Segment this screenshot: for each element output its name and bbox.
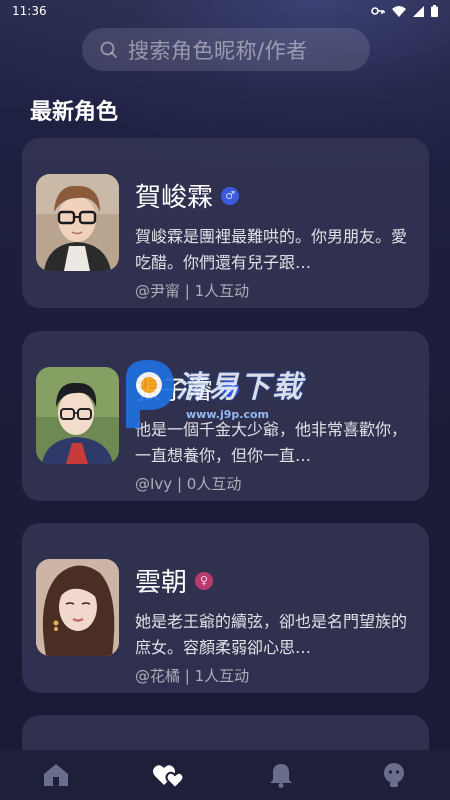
interaction-count: 1人互动 [194, 667, 250, 685]
character-card[interactable]: 賀峻霖 ♂ 賀峻霖是團裡最難哄的。你男朋友。愛吃醋。你們還有兒子跟… @尹甯 |… [22, 138, 429, 308]
battery-icon [431, 5, 438, 17]
nav-profile[interactable] [374, 755, 414, 795]
status-icons [371, 5, 438, 17]
avatar [36, 174, 119, 271]
bottom-nav [0, 750, 450, 800]
nav-characters[interactable] [149, 755, 189, 795]
profile-icon [383, 763, 404, 787]
interaction-count: 1人互动 [194, 282, 250, 300]
character-name-text: 賀峻霖 [135, 183, 214, 213]
search-input[interactable]: 搜索角色昵称/作者 [82, 28, 370, 71]
character-name-text: 雲朝 [135, 568, 188, 598]
search-icon [100, 41, 117, 58]
male-icon: ♂ [221, 186, 240, 205]
signal-icon [413, 5, 424, 17]
character-meta: @花橘 | 1人互动 [135, 665, 249, 686]
character-meta: @尹甯 | 1人互动 [135, 280, 249, 301]
interaction-count: 0人互动 [186, 475, 242, 493]
character-name: 賀峻霖 ♂ [135, 177, 240, 214]
meta-divider: | [184, 667, 195, 685]
female-icon: ♀ [195, 571, 214, 590]
character-description: 賀峻霖是團裡最難哄的。你男朋友。愛吃醋。你們還有兒子跟… [135, 227, 407, 272]
character-meta: @Ivy | 0人互动 [135, 473, 241, 494]
status-bar: 11:36 [0, 0, 450, 22]
home-icon [44, 764, 69, 786]
status-time: 11:36 [12, 4, 47, 18]
watermark-text: 清易下载 [176, 370, 304, 405]
author: @Ivy [135, 475, 173, 493]
search-placeholder: 搜索角色昵称/作者 [128, 38, 308, 63]
watermark: 清易下载 www.j9p.com [118, 358, 358, 430]
character-card-partial[interactable] [22, 715, 429, 755]
hearts-icon [152, 765, 185, 789]
nav-notifications[interactable] [261, 755, 301, 795]
watermark-logo-icon [126, 360, 174, 428]
author: @尹甯 [135, 282, 181, 300]
key-icon [371, 7, 385, 15]
character-card[interactable]: 雲朝 ♀ 她是老王爺的續弦，卻也是名門望族的庶女。容顏柔弱卻心思… @花橘 | … [22, 523, 429, 693]
wifi-icon [392, 5, 406, 17]
bell-icon [270, 764, 293, 788]
avatar [36, 367, 119, 464]
section-title: 最新角色 [30, 100, 119, 125]
character-name: 雲朝 ♀ [135, 562, 214, 599]
character-description: 她是老王爺的續弦，卻也是名門望族的庶女。容顏柔弱卻心思… [135, 612, 407, 657]
meta-divider: | [176, 475, 187, 493]
watermark-url: www.j9p.com [186, 408, 269, 421]
author: @花橘 [135, 667, 181, 685]
nav-home[interactable] [36, 755, 76, 795]
avatar [36, 559, 119, 656]
meta-divider: | [184, 282, 195, 300]
